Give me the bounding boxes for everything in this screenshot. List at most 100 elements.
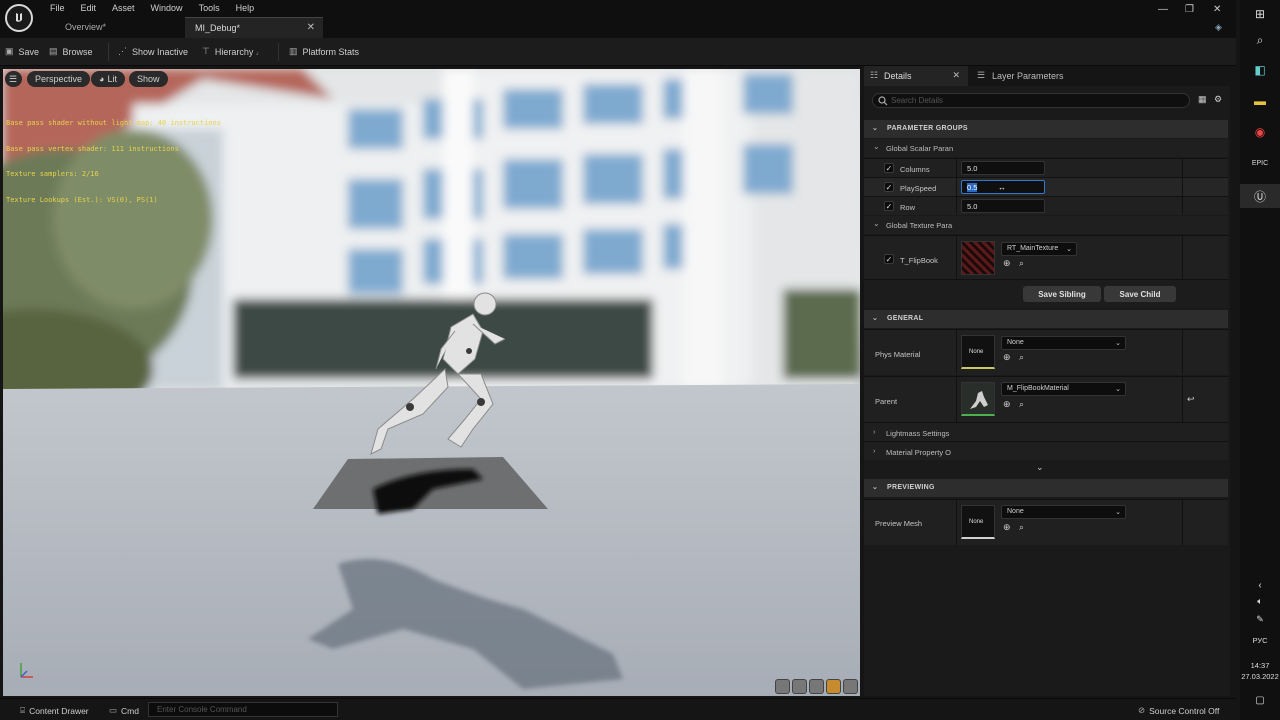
plane-shape-icon[interactable] bbox=[809, 679, 824, 694]
global-scalar-group[interactable]: ⌄ Global Scalar Paran bbox=[864, 139, 1228, 157]
tab-mi-debug[interactable]: MI_Debug* ✕ bbox=[185, 17, 323, 38]
use-selected-icon[interactable]: ⊕ bbox=[1003, 522, 1011, 533]
cmd-button[interactable]: ▭ Cmd bbox=[109, 705, 139, 716]
viewport-menu-button[interactable]: ☰ bbox=[5, 71, 22, 87]
file-explorer-icon[interactable]: ▬ bbox=[1250, 91, 1270, 111]
notification-icon[interactable]: ◈ bbox=[1215, 22, 1222, 33]
preview-mesh-thumbnail[interactable]: None bbox=[961, 505, 995, 539]
volume-icon[interactable]: 🔈︎ bbox=[1250, 591, 1270, 611]
phys-material-thumbnail[interactable]: None bbox=[961, 335, 995, 369]
use-selected-icon[interactable]: ⊕ bbox=[1003, 258, 1011, 269]
app-icon[interactable]: ◧ bbox=[1250, 60, 1270, 80]
resize-cursor-icon: ↔ bbox=[998, 183, 1006, 192]
toolbar-divider bbox=[108, 43, 109, 61]
chevron-down-icon: ⌄ bbox=[1066, 246, 1072, 253]
tab-details[interactable]: ☷ Details ✕ bbox=[864, 66, 968, 86]
preview-mesh-dropdown[interactable]: None ⌄ bbox=[1001, 505, 1126, 519]
source-control-button[interactable]: ⊘ Source Control Off bbox=[1138, 705, 1219, 716]
parent-material-thumbnail[interactable] bbox=[961, 382, 995, 416]
show-button[interactable]: Show bbox=[129, 71, 168, 87]
menu-window[interactable]: Window bbox=[145, 1, 189, 15]
menu-help[interactable]: Help bbox=[230, 1, 261, 15]
tab-overview[interactable]: Overview* bbox=[55, 17, 180, 38]
content-drawer-button[interactable]: ⌸ Content Drawer bbox=[20, 705, 89, 716]
hierarchy-button[interactable]: ⊤ Hierarchy ⌟ bbox=[202, 46, 259, 57]
save-child-button[interactable]: Save Child bbox=[1104, 286, 1176, 302]
table-view-icon[interactable]: ▦ bbox=[1198, 94, 1207, 105]
material-property-section[interactable]: › Material Property O bbox=[864, 441, 1228, 460]
row-checkbox[interactable]: ✓ bbox=[884, 201, 894, 211]
search-details-input[interactable]: Search Details bbox=[872, 93, 1190, 108]
previewing-header[interactable]: ⌄ PREVIEWING bbox=[864, 479, 1228, 497]
browse-button[interactable]: ▤ Browse bbox=[49, 46, 93, 57]
general-label: GENERAL bbox=[887, 315, 924, 322]
content-drawer-icon: ⌸ bbox=[20, 705, 26, 715]
perspective-button[interactable]: Perspective bbox=[27, 71, 91, 87]
playspeed-checkbox[interactable]: ✓ bbox=[884, 182, 894, 192]
flipbook-texture-thumbnail[interactable] bbox=[961, 241, 995, 275]
tab-layer-label: Layer Parameters bbox=[992, 71, 1064, 81]
sphere-shape-icon[interactable] bbox=[792, 679, 807, 694]
save-sibling-button[interactable]: Save Sibling bbox=[1023, 286, 1101, 302]
windows-start-icon[interactable]: ⊞ bbox=[1250, 4, 1270, 24]
reset-to-default-icon[interactable]: ↩ bbox=[1187, 394, 1195, 405]
mesh-shape-icon[interactable] bbox=[843, 679, 858, 694]
columns-value-input[interactable]: 5.0 bbox=[961, 161, 1045, 175]
clock-time[interactable]: 14:37 bbox=[1240, 661, 1280, 670]
maximize-icon[interactable]: ❐ bbox=[1185, 4, 1194, 15]
keyboard-language[interactable]: РУС bbox=[1240, 636, 1280, 645]
menu-edit[interactable]: Edit bbox=[75, 1, 103, 15]
pen-icon[interactable]: ✎ bbox=[1250, 609, 1270, 629]
notifications-icon[interactable]: ▢ bbox=[1250, 690, 1270, 710]
texture-dropdown[interactable]: RT_MainTexture ⌄ bbox=[1001, 242, 1077, 256]
close-tab-icon[interactable]: ✕ bbox=[307, 22, 315, 33]
stat-line: Base pass shader without light map: 40 i… bbox=[6, 119, 221, 127]
use-selected-icon[interactable]: ⊕ bbox=[1003, 399, 1011, 410]
browse-asset-search-icon[interactable]: ⌕ bbox=[1019, 399, 1024, 410]
columns-checkbox[interactable]: ✓ bbox=[884, 163, 894, 173]
cylinder-shape-icon[interactable] bbox=[775, 679, 790, 694]
menu-asset[interactable]: Asset bbox=[106, 1, 141, 15]
chevron-right-icon: › bbox=[873, 427, 876, 436]
unreal-editor-taskbar-icon[interactable]: Ⓤ bbox=[1240, 184, 1280, 208]
save-button[interactable]: ▣ Save bbox=[5, 46, 39, 57]
search-icon[interactable]: ⌕ bbox=[1250, 30, 1270, 50]
column-divider bbox=[1182, 500, 1183, 545]
unreal-logo-icon[interactable] bbox=[5, 4, 33, 32]
epic-games-icon[interactable]: EPIC bbox=[1250, 153, 1270, 173]
cube-shape-icon[interactable] bbox=[826, 679, 841, 694]
general-header[interactable]: ⌄ GENERAL bbox=[864, 310, 1228, 328]
parameter-groups-header[interactable]: ⌄ PARAMETER GROUPS bbox=[864, 120, 1228, 138]
expand-advanced-icon[interactable]: ⌄ bbox=[1036, 462, 1044, 473]
menu-file[interactable]: File bbox=[44, 1, 71, 15]
column-divider bbox=[956, 330, 957, 375]
menu-tools[interactable]: Tools bbox=[193, 1, 226, 15]
settings-gear-icon[interactable]: ⚙ bbox=[1214, 94, 1222, 105]
parent-dropdown[interactable]: M_FlipBookMaterial ⌄ bbox=[1001, 382, 1126, 396]
browse-asset-search-icon[interactable]: ⌕ bbox=[1019, 522, 1024, 533]
platform-stats-button[interactable]: ▥ Platform Stats bbox=[289, 46, 359, 57]
show-inactive-button[interactable]: ⋰ Show Inactive bbox=[118, 46, 188, 57]
global-texture-group[interactable]: ⌄ Global Texture Para bbox=[864, 216, 1228, 234]
lit-button[interactable]: ◕ Lit bbox=[91, 71, 125, 87]
material-preview-viewport[interactable]: ☰ Perspective ◕ Lit Show Base pass shader… bbox=[3, 69, 860, 696]
chevron-down-icon: ⌄ bbox=[872, 484, 879, 491]
chrome-icon[interactable]: ◉ bbox=[1250, 122, 1270, 142]
close-details-icon[interactable]: ✕ bbox=[952, 70, 960, 81]
browse-asset-search-icon[interactable]: ⌕ bbox=[1019, 352, 1024, 363]
folder-icon: ▤ bbox=[49, 46, 58, 56]
flipbook-checkbox[interactable]: ✓ bbox=[884, 254, 894, 264]
close-window-icon[interactable]: ✕ bbox=[1213, 4, 1221, 15]
use-selected-icon[interactable]: ⊕ bbox=[1003, 352, 1011, 363]
row-value-input[interactable]: 5.0 bbox=[961, 199, 1045, 213]
lit-icon: ◕ bbox=[99, 74, 105, 84]
clock-date[interactable]: 27.03.2022 bbox=[1240, 672, 1280, 681]
tab-layer-parameters[interactable]: ☰ Layer Parameters bbox=[972, 66, 1092, 86]
console-command-input[interactable]: Enter Console Command bbox=[148, 702, 338, 717]
texture-value: RT_MainTexture bbox=[1007, 245, 1059, 252]
property-label: Preview Mesh bbox=[875, 519, 923, 528]
browse-asset-search-icon[interactable]: ⌕ bbox=[1019, 258, 1024, 269]
phys-material-dropdown[interactable]: None ⌄ bbox=[1001, 336, 1126, 350]
minimize-icon[interactable]: — bbox=[1158, 4, 1168, 15]
lightmass-settings-section[interactable]: › Lightmass Settings bbox=[864, 422, 1228, 441]
